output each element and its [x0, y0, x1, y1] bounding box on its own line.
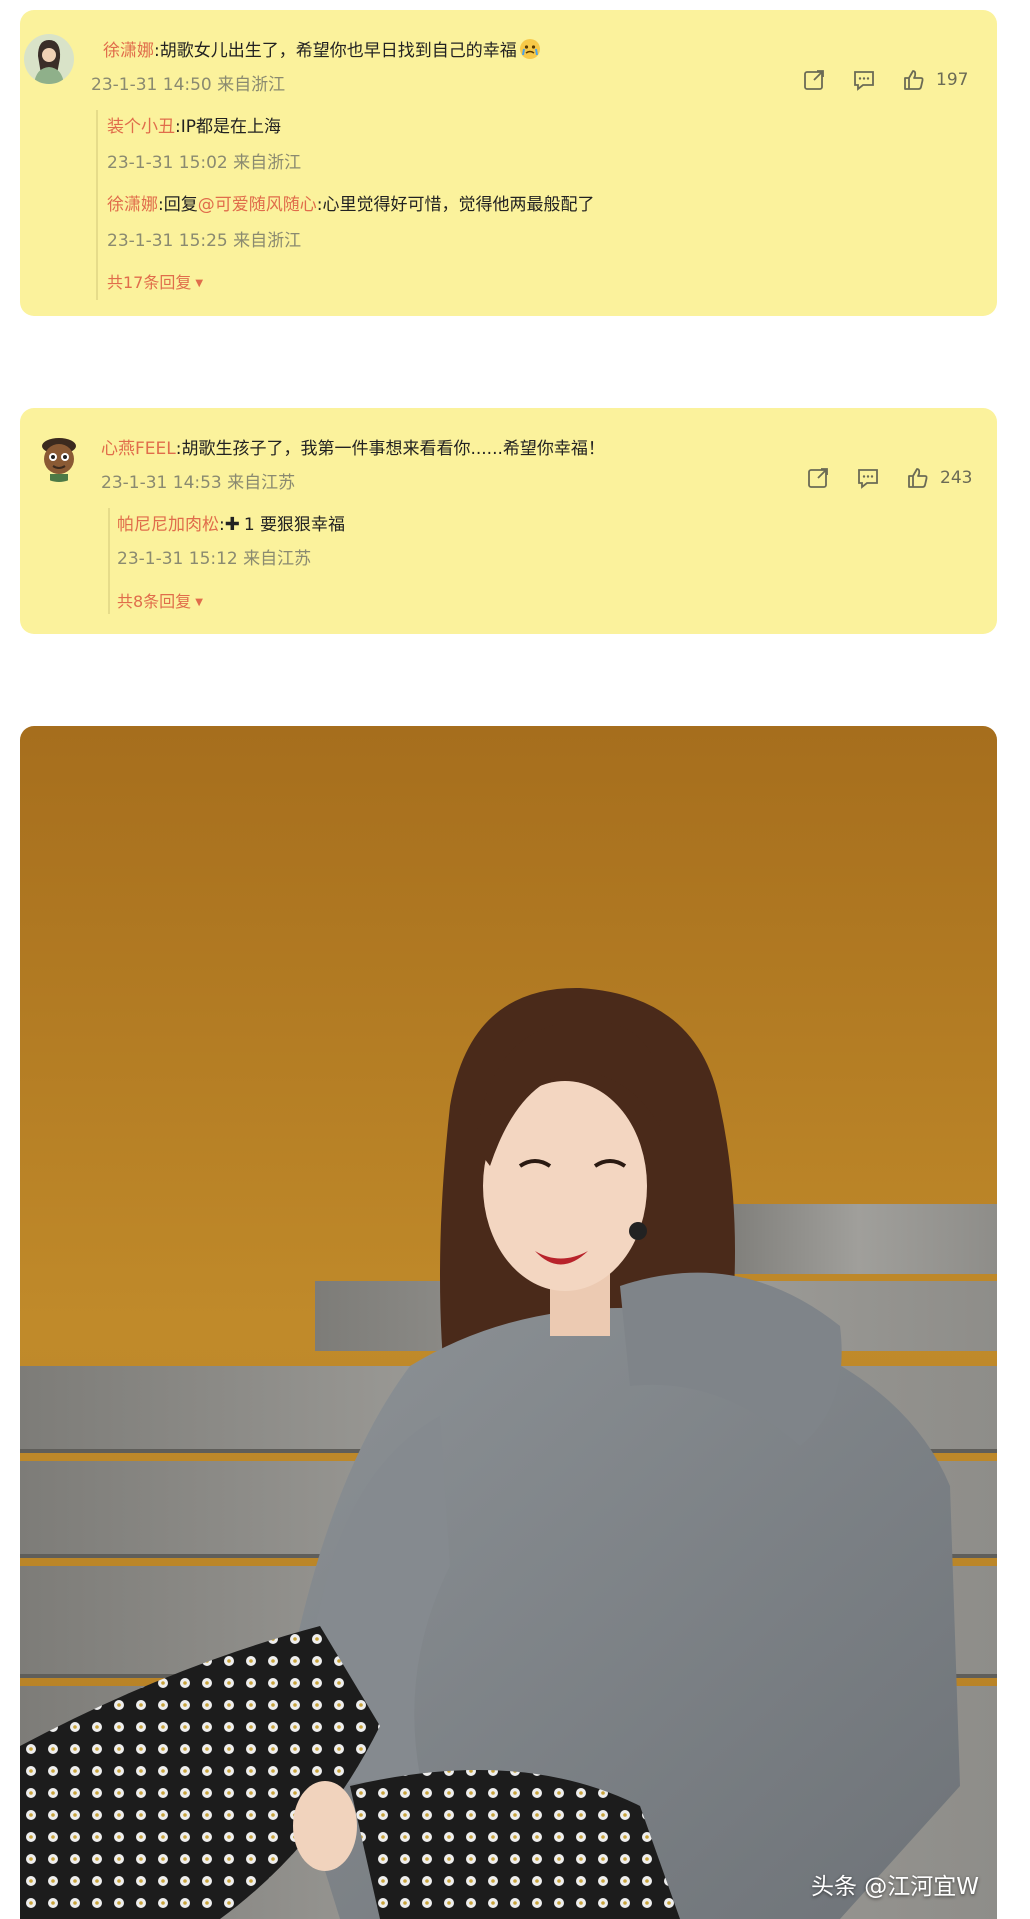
reply-text: 装个小丑:IP都是在上海: [107, 117, 281, 137]
reply-meta: 23-1-31 15:12 来自江苏: [117, 549, 312, 569]
reply-username[interactable]: 装个小丑: [107, 117, 175, 137]
watermark: 头条 @江河宜W: [810, 1874, 979, 1900]
comment-text: 心燕FEEL:胡歌生孩子了，我第一件事想来看看你......希望你幸福！: [101, 439, 605, 459]
comment-actions: 197: [802, 68, 968, 92]
comment-icon[interactable]: [852, 68, 876, 92]
reply-meta: 23-1-31 15:02 来自浙江: [107, 153, 302, 173]
comment-card-2: 心燕FEEL:胡歌生孩子了，我第一件事想来看看你......希望你幸福！ 23-…: [20, 408, 997, 634]
reply-text: 徐潇娜:回复@可爱随风随心:心里觉得好可惜，觉得他两最般配了: [107, 195, 595, 215]
comment-actions: 243: [806, 466, 972, 490]
comment-text: 徐潇娜:胡歌女儿出生了，希望你也早日找到自己的幸福: [103, 36, 541, 61]
mention-link[interactable]: @可爱随风随心: [198, 195, 317, 215]
comment-meta: 23-1-31 14:53 来自江苏: [101, 473, 296, 493]
reply-meta: 23-1-31 15:25 来自浙江: [107, 231, 302, 251]
like-button[interactable]: 243: [906, 466, 972, 490]
like-button[interactable]: 197: [902, 68, 968, 92]
like-icon[interactable]: [906, 466, 930, 490]
like-icon[interactable]: [902, 68, 926, 92]
share-icon[interactable]: [802, 68, 826, 92]
thread-line: [108, 508, 110, 614]
share-icon[interactable]: [806, 466, 830, 490]
reply-username[interactable]: 帕尼尼加肉松: [117, 515, 219, 535]
more-replies-link[interactable]: 共17条回复 ▼: [107, 269, 203, 293]
caret-down-icon: ▼: [195, 278, 204, 289]
comment-icon[interactable]: [856, 466, 880, 490]
photo: 头条 @江河宜W: [20, 726, 997, 1919]
plus-icon: ✚: [224, 514, 240, 535]
username[interactable]: 徐潇娜: [103, 41, 154, 61]
avatar[interactable]: [34, 432, 84, 482]
like-count: 197: [936, 70, 969, 90]
like-count: 243: [940, 468, 973, 488]
avatar[interactable]: [24, 34, 74, 84]
comment-meta: 23-1-31 14:50 来自浙江: [91, 75, 286, 95]
more-replies-link[interactable]: 共8条回复 ▼: [117, 588, 203, 612]
thread-line: [96, 110, 98, 300]
caret-down-icon: ▼: [195, 597, 203, 608]
cry-emoji-icon: [519, 38, 541, 60]
reply-text: 帕尼尼加肉松:✚ 1 要狠狠幸福: [117, 514, 346, 535]
reply-username[interactable]: 徐潇娜: [107, 195, 158, 215]
comment-card-1: 徐潇娜:胡歌女儿出生了，希望你也早日找到自己的幸福 23-1-31 14:50 …: [20, 10, 997, 316]
username[interactable]: 心燕FEEL: [101, 439, 176, 459]
